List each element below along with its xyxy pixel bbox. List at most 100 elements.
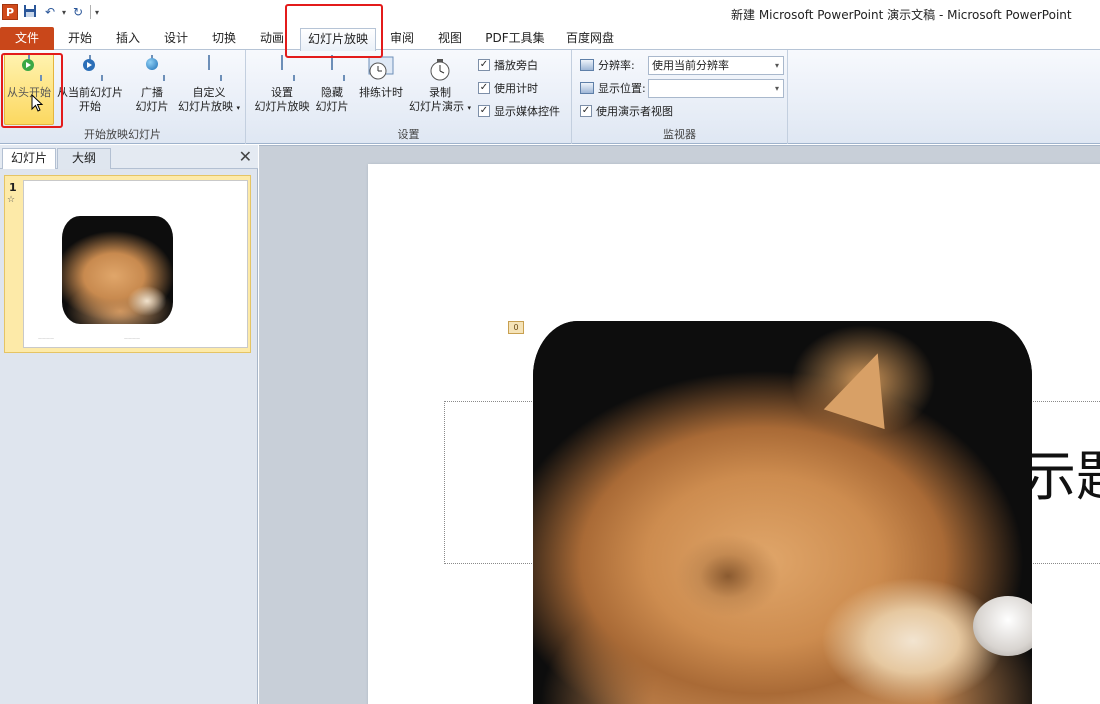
thumbnail-footer-date: ———— [38,336,54,341]
resolution-label: 分辨率: [598,59,635,72]
from-current-label-line1: 从当前幻灯片 [57,86,123,99]
cat-image [533,321,1032,704]
slides-pane: 幻灯片 大纲 ✕ ———— ———— 1 ☆ [0,145,258,704]
ribbon: 从头开始 从当前幻灯片 开始 广播 幻灯片 自定义 幻灯片放映 ▾ 开始放映幻灯… [0,50,1100,144]
customize-qat-icon[interactable]: ▾ [95,8,99,17]
play-narrations-checkbox-row[interactable]: ✓ 播放旁白 [478,55,538,75]
undo-dropdown-icon[interactable]: ▾ [62,8,66,17]
tab-file[interactable]: 文件 [0,27,54,50]
custom-label-line2: 幻灯片放映 [177,100,233,113]
custom-label-line2-wrap: 幻灯片放映 ▾ [176,100,242,115]
presenter-view-checkbox[interactable]: ✓ [580,105,592,117]
slides-pane-tabs: 幻灯片 大纲 ✕ [0,145,258,169]
title-bar: P ↶ ▾ ↻ ▾ 新建 Microsoft PowerPoint 演示文稿 -… [0,0,1100,26]
slide-star-icon: ☆ [7,195,16,205]
resolution-dropdown-icon: ▾ [774,61,779,70]
tab-review[interactable]: 审阅 [384,28,420,50]
mouse-cursor-icon [31,94,44,112]
undo-icon[interactable]: ↶ [42,4,58,20]
presenter-view-label: 使用演示者视图 [596,105,673,118]
save-icon[interactable] [22,4,38,20]
ribbon-tabs: 文件 开始 插入 设计 切换 动画 幻灯片放映 审阅 视图 PDF工具集 百度网… [0,26,1100,51]
custom-label-line1: 自定义 [192,86,226,99]
broadcast-slide-show-button[interactable]: 广播 幻灯片 [128,54,176,124]
hide-slide-icon [318,55,346,82]
presenter-view-checkbox-row[interactable]: ✓ 使用演示者视图 [580,101,673,121]
thumbnail-footer-text: ———— [124,336,140,341]
custom-dropdown-icon: ▾ [236,104,240,112]
custom-slide-show-icon [195,55,223,82]
group-label-monitors: 监视器 [663,128,696,141]
broadcast-label-line2: 幻灯片 [135,100,169,113]
group-monitors: 分辨率: 使用当前分辨率 ▾ 显示位置: ▾ ✓ 使用演示者视图 监视器 [572,50,788,144]
setup-label-line2: 幻灯片放映 [254,100,310,113]
title-text[interactable]: 示题 [1022,447,1100,507]
show-media-controls-checkbox-row[interactable]: ✓ 显示媒体控件 [478,101,560,121]
resolution-row: 分辨率: [580,55,635,75]
slide-thumbnail[interactable]: ———— ———— [4,175,251,353]
animation-order-badge[interactable]: 0 [508,321,524,334]
show-on-dropdown-icon: ▾ [774,84,779,93]
resolution-icon [580,59,594,71]
tab-home[interactable]: 开始 [62,28,98,50]
setup-slide-show-icon [268,55,296,82]
record-label-line1: 录制 [429,86,451,99]
record-icon [426,56,454,82]
show-on-select[interactable]: ▾ [648,79,784,98]
use-timings-checkbox-row[interactable]: ✓ 使用计时 [478,78,538,98]
rehearse-label: 排练计时 [359,86,403,99]
show-media-controls-label: 显示媒体控件 [494,105,560,118]
hide-label-line2: 幻灯片 [315,100,349,113]
record-slide-show-button[interactable]: 录制 幻灯片演示 ▾ [406,54,474,124]
cat-picture[interactable] [533,321,1032,704]
record-label-line2-wrap: 幻灯片演示 ▾ [406,100,474,115]
hide-label-line1: 隐藏 [321,86,343,99]
show-on-label: 显示位置: [598,82,646,95]
tab-outline[interactable]: 大纲 [57,148,111,169]
hide-slide-button[interactable]: 隐藏 幻灯片 [312,54,352,124]
thumbnail-cat-image [62,216,173,324]
tab-transitions[interactable]: 切换 [206,28,242,50]
broadcast-icon [138,55,166,82]
slide-thumbnail-preview: ———— ———— [23,180,248,348]
tab-baidu-netdisk[interactable]: 百度网盘 [562,28,618,50]
resolution-value: 使用当前分辨率 [652,59,729,72]
group-label-setup: 设置 [397,128,420,141]
use-timings-label: 使用计时 [494,82,538,95]
slide-canvas: 示题 0 [259,145,1100,704]
rehearse-timings-icon [367,56,395,82]
setup-slide-show-button[interactable]: 设置 幻灯片放映 [250,54,314,124]
group-label-start-slide-show: 开始放映幻灯片 [84,128,161,141]
tab-pdf-tools[interactable]: PDF工具集 [480,28,550,50]
record-dropdown-icon: ▾ [467,104,471,112]
setup-label-line1: 设置 [271,86,293,99]
highlight-box-slide-show-tab [285,4,383,58]
use-timings-checkbox[interactable]: ✓ [478,82,490,94]
resolution-select[interactable]: 使用当前分辨率 ▾ [648,56,784,75]
tab-design[interactable]: 设计 [158,28,194,50]
monitor-icon [580,82,594,94]
qat-divider [90,5,92,19]
play-narrations-label: 播放旁白 [494,59,538,72]
tab-slides[interactable]: 幻灯片 [2,148,56,169]
custom-slide-show-button[interactable]: 自定义 幻灯片放映 ▾ [176,54,242,124]
highlight-box-from-beginning [1,53,63,128]
from-current-label-line2: 开始 [79,100,101,113]
tab-view[interactable]: 视图 [432,28,468,50]
window-title: 新建 Microsoft PowerPoint 演示文稿 - Microsoft… [731,8,1072,22]
show-on-row: 显示位置: [580,78,646,98]
rehearse-timings-button[interactable]: 排练计时 [356,54,406,124]
from-current-slide-button[interactable]: 从当前幻灯片 开始 [56,54,124,124]
redo-icon[interactable]: ↻ [70,4,86,20]
play-from-current-icon [76,55,104,82]
slide-number: 1 [9,181,17,194]
play-narrations-checkbox[interactable]: ✓ [478,59,490,71]
slide[interactable]: 示题 0 [368,164,1100,704]
show-media-controls-checkbox[interactable]: ✓ [478,105,490,117]
powerpoint-logo-icon[interactable]: P [2,4,18,20]
tab-insert[interactable]: 插入 [110,28,146,50]
broadcast-label-line1: 广播 [141,86,163,99]
group-setup: 设置 幻灯片放映 隐藏 幻灯片 排练计时 录制 幻灯片演示 ▾ ✓ 播放旁白 ✓ [246,50,572,144]
close-icon[interactable]: ✕ [239,148,252,166]
quick-access-toolbar: P ↶ ▾ ↻ ▾ [2,3,99,21]
